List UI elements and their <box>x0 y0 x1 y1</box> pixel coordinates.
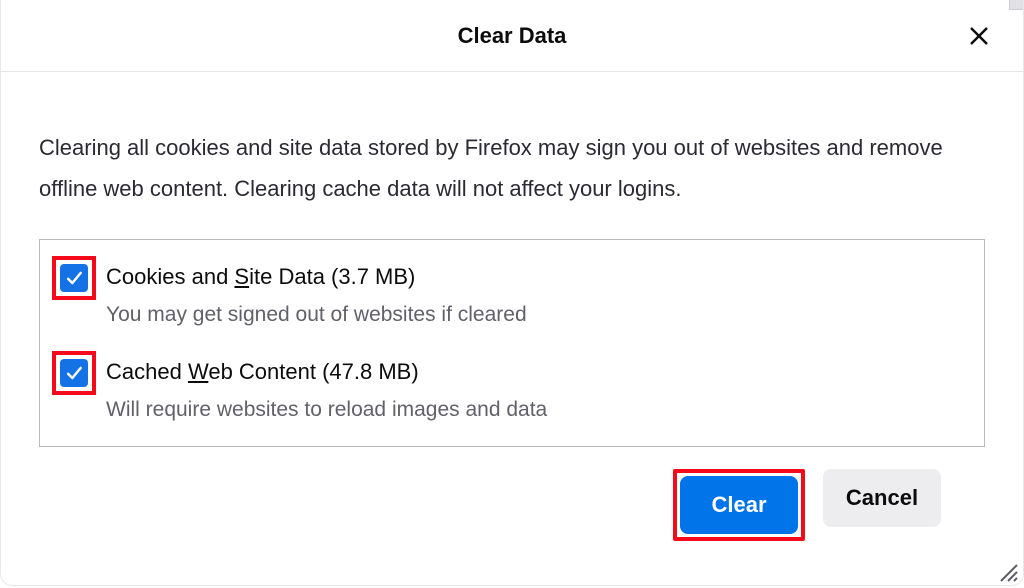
option-cookies-label: Cookies and Site Data (3.7 MB) <box>106 262 527 293</box>
clear-button[interactable]: Clear <box>680 476 798 534</box>
checkmark-icon <box>64 268 84 288</box>
close-icon <box>967 24 991 48</box>
label-part: ite Data (3.7 MB) <box>249 264 415 289</box>
option-cookies-text: Cookies and Site Data (3.7 MB) You may g… <box>106 256 527 327</box>
label-part: Cached <box>106 359 188 384</box>
cancel-button[interactable]: Cancel <box>823 469 941 527</box>
option-cache-text: Cached Web Content (47.8 MB) Will requir… <box>106 351 547 422</box>
options-box: Cookies and Site Data (3.7 MB) You may g… <box>39 239 985 447</box>
clear-data-dialog: Clear Data Clearing all cookies and site… <box>0 0 1024 586</box>
highlight-box <box>52 256 96 300</box>
label-part: eb Content (47.8 MB) <box>208 359 418 384</box>
highlight-box: Clear <box>673 469 805 541</box>
resize-grip[interactable] <box>995 559 1019 583</box>
option-cookies-row: Cookies and Site Data (3.7 MB) You may g… <box>52 256 972 327</box>
dialog-title: Clear Data <box>458 23 567 49</box>
option-cache-row: Cached Web Content (47.8 MB) Will requir… <box>52 351 972 422</box>
dialog-description: Clearing all cookies and site data store… <box>39 128 985 209</box>
option-cookies-sub: You may get signed out of websites if cl… <box>106 303 527 327</box>
dialog-actions: Clear Cancel <box>39 447 985 541</box>
label-part: Cookies and <box>106 264 234 289</box>
cache-checkbox[interactable] <box>60 359 88 387</box>
close-button[interactable] <box>963 20 995 52</box>
resize-grip-icon <box>995 559 1019 583</box>
label-accesskey: W <box>188 359 208 384</box>
label-accesskey: S <box>234 264 249 289</box>
cookies-checkbox[interactable] <box>60 264 88 292</box>
titlebar: Clear Data <box>1 0 1023 72</box>
checkmark-icon <box>64 363 84 383</box>
option-cache-label: Cached Web Content (47.8 MB) <box>106 357 547 388</box>
dialog-content: Clearing all cookies and site data store… <box>1 72 1023 541</box>
highlight-box <box>52 351 96 395</box>
option-cache-sub: Will require websites to reload images a… <box>106 398 547 422</box>
